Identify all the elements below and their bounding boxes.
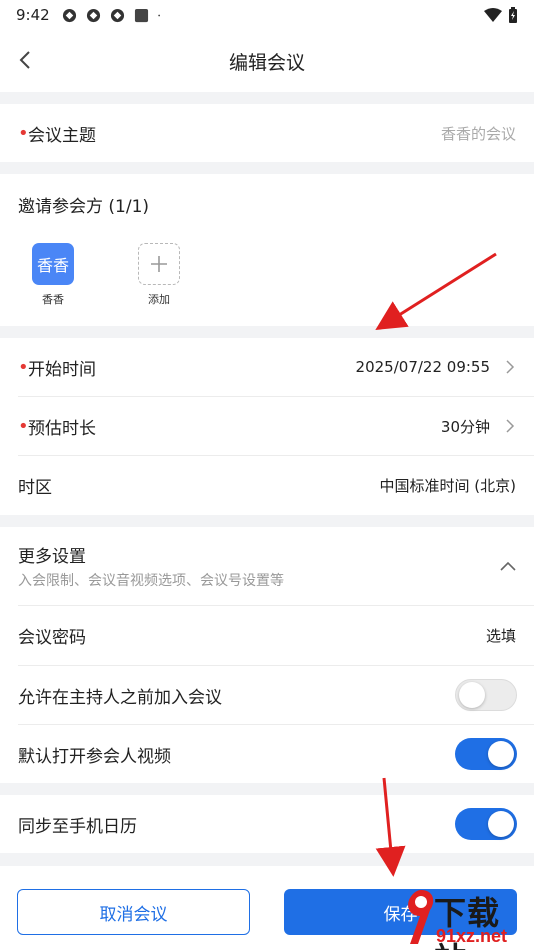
chevron-right-icon bbox=[506, 360, 515, 374]
nav-bar: 编辑会议 bbox=[0, 30, 534, 92]
more-settings-section: 更多设置 入会限制、会议音视频选项、会议号设置等 会议密码 选填 允许在主持人之… bbox=[0, 527, 534, 783]
watermark-logo-icon bbox=[408, 890, 434, 944]
password-row[interactable]: 会议密码 选填 bbox=[0, 606, 534, 665]
status-time: 9:42 bbox=[16, 6, 50, 24]
schedule-section: • 开始时间 2025/07/22 09:55 • 预估时长 30分钟 时区 中… bbox=[0, 338, 534, 515]
topic-label: 会议主题 bbox=[28, 125, 96, 146]
duration-label: 预估时长 bbox=[28, 418, 96, 439]
toggle-knob bbox=[488, 811, 514, 837]
more-settings-title: 更多设置 bbox=[18, 547, 86, 567]
topic-input[interactable]: 香香的会议 bbox=[441, 123, 516, 144]
timezone-row[interactable]: 时区 中国标准时间 (北京) bbox=[0, 456, 534, 515]
app-notification-icon bbox=[134, 8, 148, 22]
sync-calendar-row: 同步至手机日历 bbox=[0, 795, 534, 853]
participant-avatar[interactable]: 香香 bbox=[32, 243, 74, 285]
add-participant-label: 添加 bbox=[148, 293, 170, 306]
more-settings-header[interactable]: 更多设置 入会限制、会议音视频选项、会议号设置等 bbox=[0, 527, 534, 605]
duration-value: 30分钟 bbox=[440, 417, 490, 436]
sync-calendar-section: 同步至手机日历 bbox=[0, 795, 534, 853]
timezone-value: 中国标准时间 (北京) bbox=[379, 477, 516, 495]
sync-calendar-label: 同步至手机日历 bbox=[18, 816, 137, 837]
plus-icon bbox=[151, 256, 167, 272]
notification-icon bbox=[62, 8, 76, 22]
sync-calendar-toggle[interactable] bbox=[455, 808, 517, 840]
chevron-right-icon bbox=[506, 419, 515, 433]
more-settings-text: 更多设置 入会限制、会议音视频选项、会议号设置等 bbox=[18, 542, 284, 590]
invitees-header: 邀请参会方 (1/1) bbox=[0, 184, 534, 224]
watermark-url: 91xz.net bbox=[436, 926, 508, 946]
required-marker: • bbox=[18, 356, 29, 378]
required-marker: • bbox=[18, 415, 29, 437]
video-on-toggle[interactable] bbox=[455, 738, 517, 770]
join-before-host-label: 允许在主持人之前加入会议 bbox=[18, 687, 222, 708]
invitees-section: 邀请参会方 (1/1) 香香 香香 添加 bbox=[0, 174, 534, 326]
start-time-row[interactable]: • 开始时间 2025/07/22 09:55 bbox=[0, 338, 534, 396]
duration-row[interactable]: • 预估时长 30分钟 bbox=[0, 397, 534, 455]
timezone-label: 时区 bbox=[18, 478, 52, 498]
topic-row[interactable]: • 会议主题 香香的会议 bbox=[0, 104, 534, 162]
join-before-host-toggle[interactable] bbox=[455, 679, 517, 711]
wifi-icon bbox=[484, 8, 502, 22]
more-settings-subtitle: 入会限制、会议音视频选项、会议号设置等 bbox=[18, 573, 284, 589]
password-input[interactable]: 选填 bbox=[486, 625, 516, 646]
watermark: 下载站 91xz.net bbox=[404, 886, 532, 950]
status-bar: 9:42 bbox=[0, 0, 534, 30]
participant-name: 香香 bbox=[42, 293, 64, 306]
toggle-knob bbox=[488, 741, 514, 767]
more-notifications-dot-icon bbox=[157, 14, 160, 16]
add-participant-button[interactable] bbox=[138, 243, 180, 285]
battery-icon bbox=[509, 7, 517, 23]
required-marker: • bbox=[18, 122, 29, 144]
video-on-row: 默认打开参会人视频 bbox=[0, 725, 534, 783]
invitees-label: 邀请参会方 (1/1) bbox=[18, 196, 150, 217]
page-title: 编辑会议 bbox=[228, 51, 305, 74]
join-before-host-row: 允许在主持人之前加入会议 bbox=[0, 666, 534, 724]
topic-section: • 会议主题 香香的会议 bbox=[0, 104, 534, 162]
password-label: 会议密码 bbox=[18, 628, 86, 648]
start-time-value: 2025/07/22 09:55 bbox=[355, 358, 490, 376]
toggle-knob bbox=[459, 682, 485, 708]
start-time-label: 开始时间 bbox=[28, 359, 96, 380]
video-on-label: 默认打开参会人视频 bbox=[18, 746, 171, 767]
notification-icon bbox=[86, 8, 100, 22]
chevron-up-icon[interactable] bbox=[500, 561, 516, 571]
cancel-meeting-button[interactable]: 取消会议 bbox=[17, 889, 250, 935]
back-arrow-icon[interactable] bbox=[14, 48, 38, 72]
notification-icon bbox=[110, 8, 124, 22]
